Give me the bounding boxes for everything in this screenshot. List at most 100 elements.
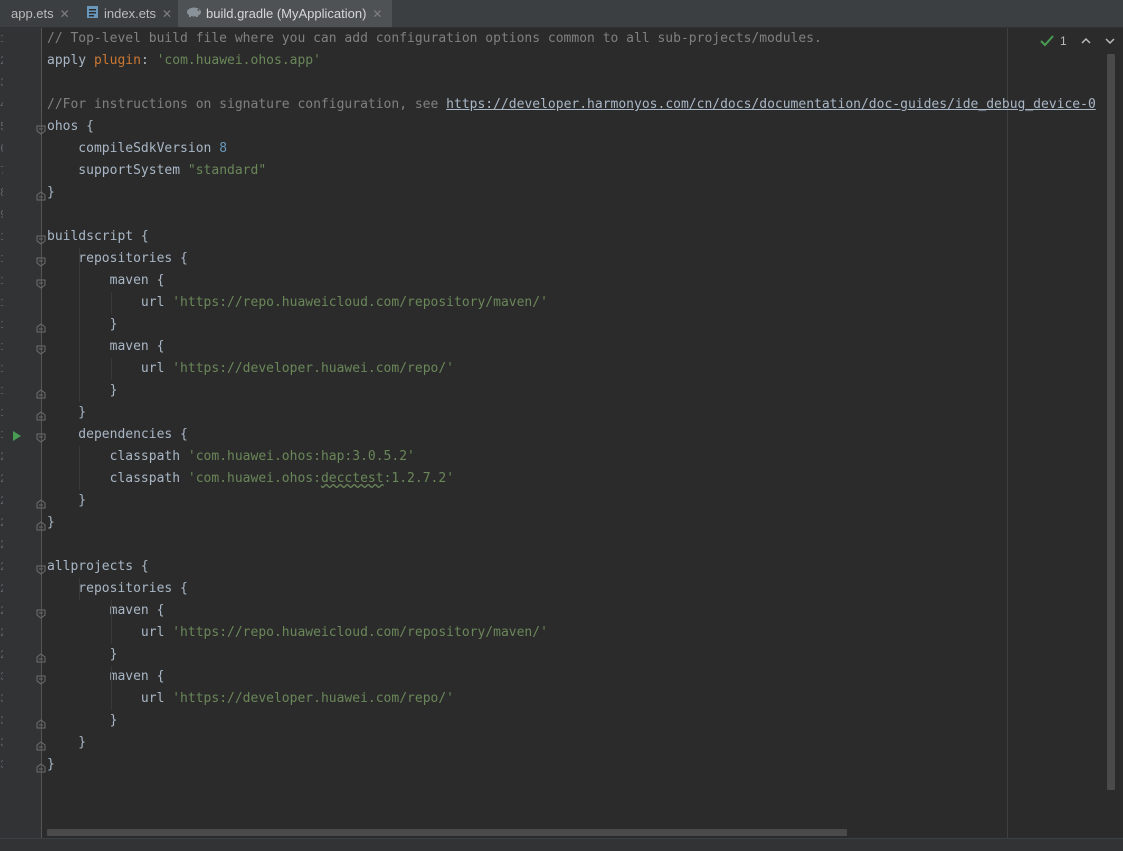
run-gutter-icon[interactable]: [12, 429, 22, 441]
tab-index-ets[interactable]: index.ets ✕: [80, 0, 176, 27]
horizontal-scrollbar[interactable]: [47, 829, 847, 836]
fold-marker-icon[interactable]: [36, 562, 46, 575]
line-number[interactable]: 17: [0, 384, 3, 398]
line-number[interactable]: 3: [0, 76, 3, 90]
fold-marker-icon[interactable]: [36, 672, 46, 685]
close-icon[interactable]: ✕: [162, 7, 172, 21]
line-number[interactable]: 27: [0, 604, 3, 618]
line-number[interactable]: 18: [0, 406, 3, 420]
code-line[interactable]: dependencies {: [47, 424, 188, 446]
code-line[interactable]: maven {: [47, 336, 165, 358]
fold-marker-icon[interactable]: [36, 606, 46, 619]
fold-marker-icon[interactable]: [36, 342, 46, 355]
line-number[interactable]: 21: [0, 472, 3, 486]
tab-app-ets[interactable]: app.ets ✕: [0, 0, 78, 27]
line-number[interactable]: 9: [0, 208, 3, 222]
code-line[interactable]: }: [47, 490, 86, 512]
line-number[interactable]: 22: [0, 494, 3, 508]
close-icon[interactable]: ✕: [372, 7, 382, 21]
line-number[interactable]: 11: [0, 252, 3, 266]
line-number[interactable]: 2: [0, 54, 3, 68]
code-line[interactable]: }: [47, 644, 118, 666]
fold-marker-icon[interactable]: [36, 408, 46, 421]
code-line[interactable]: supportSystem "standard": [47, 160, 266, 182]
close-icon[interactable]: ✕: [60, 7, 70, 21]
code-line[interactable]: repositories {: [47, 248, 188, 270]
code-line[interactable]: url 'https://repo.huaweicloud.com/reposi…: [47, 292, 548, 314]
line-number[interactable]: 4: [0, 98, 3, 112]
line-number[interactable]: 14: [0, 318, 3, 332]
line-number[interactable]: 30: [0, 670, 3, 684]
editor-bottom-strip: [0, 838, 1123, 851]
line-number[interactable]: 29: [0, 648, 3, 662]
fold-marker-icon[interactable]: [36, 738, 46, 751]
line-number[interactable]: 12: [0, 274, 3, 288]
line-number[interactable]: 1: [0, 32, 3, 46]
line-number[interactable]: 19: [0, 428, 3, 442]
chevron-down-icon[interactable]: [1105, 37, 1115, 45]
fold-marker-icon[interactable]: [36, 386, 46, 399]
line-number[interactable]: 10: [0, 230, 3, 244]
fold-marker-icon[interactable]: [36, 254, 46, 267]
fold-marker-icon[interactable]: [36, 232, 46, 245]
fold-marker-icon[interactable]: [36, 760, 46, 773]
code-line[interactable]: }: [47, 512, 55, 534]
code-line[interactable]: ohos {: [47, 116, 94, 138]
fold-marker-icon[interactable]: [36, 650, 46, 663]
code-line[interactable]: classpath 'com.huawei.ohos:hap:3.0.5.2': [47, 446, 415, 468]
line-number[interactable]: 15: [0, 340, 3, 354]
code-line[interactable]: }: [47, 732, 86, 754]
code-line[interactable]: }: [47, 380, 118, 402]
line-number[interactable]: 34: [0, 758, 3, 772]
tab-label: app.ets: [11, 6, 54, 21]
line-number[interactable]: 6: [0, 142, 3, 156]
line-number[interactable]: 16: [0, 362, 3, 376]
fold-marker-icon[interactable]: [36, 518, 46, 531]
fold-marker-icon[interactable]: [36, 716, 46, 729]
code-line[interactable]: compileSdkVersion 8: [47, 138, 227, 160]
fold-marker-icon[interactable]: [36, 122, 46, 135]
fold-marker-icon[interactable]: [36, 320, 46, 333]
line-number[interactable]: 33: [0, 736, 3, 750]
line-number[interactable]: 31: [0, 692, 3, 706]
code-line[interactable]: url 'https://repo.huaweicloud.com/reposi…: [47, 622, 548, 644]
code-line[interactable]: maven {: [47, 600, 165, 622]
line-number[interactable]: 13: [0, 296, 3, 310]
line-number[interactable]: 7: [0, 164, 3, 178]
code-line[interactable]: // Top-level build file where you can ad…: [47, 28, 822, 50]
inspection-widget[interactable]: 1: [1040, 32, 1115, 50]
line-number[interactable]: 32: [0, 714, 3, 728]
indent-guide: [111, 600, 112, 644]
code-line[interactable]: classpath 'com.huawei.ohos:decctest:1.2.…: [47, 468, 454, 490]
code-line[interactable]: allprojects {: [47, 556, 149, 578]
code-editor[interactable]: // Top-level build file where you can ad…: [0, 28, 1123, 851]
code-line[interactable]: url 'https://developer.huawei.com/repo/': [47, 688, 454, 710]
code-line[interactable]: }: [47, 402, 86, 424]
fold-marker-icon[interactable]: [36, 188, 46, 201]
tab-build-gradle[interactable]: build.gradle (MyApplication) ✕: [178, 0, 392, 27]
line-number[interactable]: 28: [0, 626, 3, 640]
code-line[interactable]: }: [47, 754, 55, 776]
code-line[interactable]: maven {: [47, 666, 165, 688]
vertical-scrollbar[interactable]: [1107, 54, 1115, 790]
fold-marker-icon[interactable]: [36, 276, 46, 289]
line-number[interactable]: 8: [0, 186, 3, 200]
chevron-up-icon[interactable]: [1081, 37, 1091, 45]
code-line[interactable]: maven {: [47, 270, 165, 292]
code-line[interactable]: //For instructions on signature configur…: [47, 94, 1096, 116]
code-line[interactable]: }: [47, 182, 55, 204]
fold-marker-icon[interactable]: [36, 430, 46, 443]
code-line[interactable]: repositories {: [47, 578, 188, 600]
line-number[interactable]: 26: [0, 582, 3, 596]
fold-marker-icon[interactable]: [36, 496, 46, 509]
line-number[interactable]: 20: [0, 450, 3, 464]
line-number[interactable]: 5: [0, 120, 3, 134]
code-line[interactable]: apply plugin: 'com.huawei.ohos.app': [47, 50, 321, 72]
code-line[interactable]: url 'https://developer.huawei.com/repo/': [47, 358, 454, 380]
code-line[interactable]: }: [47, 710, 118, 732]
line-number[interactable]: 25: [0, 560, 3, 574]
line-number[interactable]: 23: [0, 516, 3, 530]
code-line[interactable]: }: [47, 314, 118, 336]
code-line[interactable]: buildscript {: [47, 226, 149, 248]
line-number[interactable]: 24: [0, 538, 3, 552]
